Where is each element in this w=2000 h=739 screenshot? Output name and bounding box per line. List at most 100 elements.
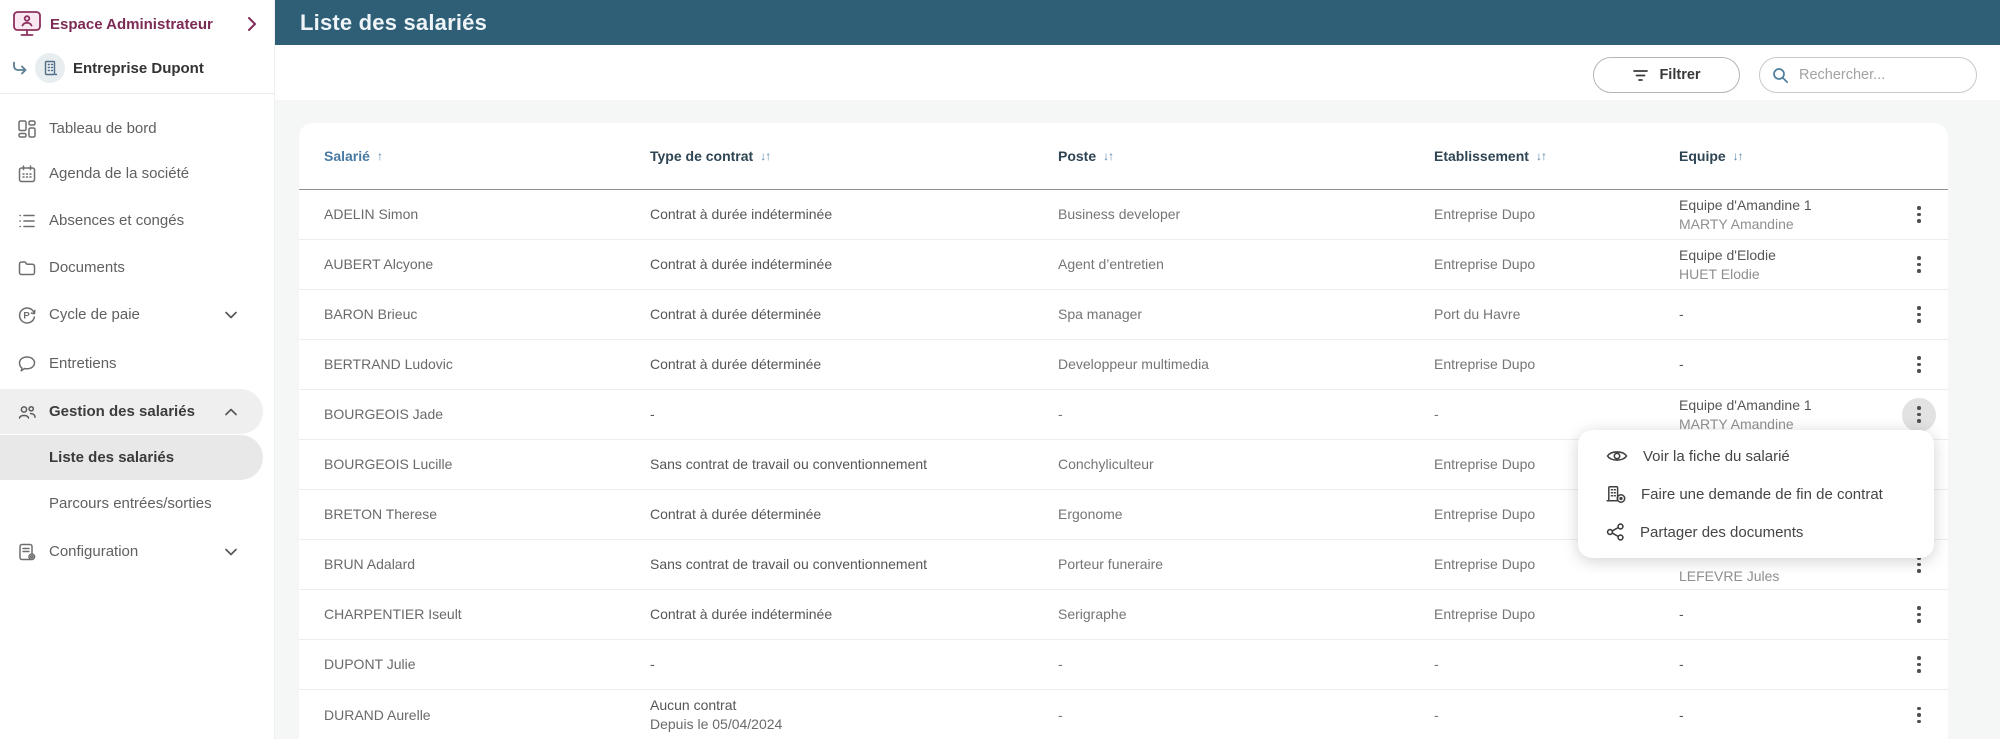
company-selector[interactable]: Entreprise Dupont [0,50,275,86]
page-title: Liste des salariés [300,9,488,35]
workspace-switcher[interactable]: Espace Administrateur [0,4,275,44]
chevron-up-icon[interactable] [225,408,237,416]
table-row[interactable]: AUBERT Alcyone Contrat à durée indétermi… [299,240,1948,290]
cell-salarie: BOURGEOIS Jade [324,406,444,422]
sidebar-divider [0,93,275,94]
cell-salarie: BRETON Therese [324,506,438,522]
list-icon [17,211,37,231]
cell-salarie: DUPONT Julie [324,656,416,672]
sidebar-item-liste-des-salaries[interactable]: Liste des salariés [0,435,263,480]
cell-poste: - [1058,656,1063,672]
sidebar-item-absences[interactable]: Absences et congés [0,198,263,243]
cell-etablissement: Entreprise Dupo [1434,356,1536,372]
row-actions-kebab-icon[interactable] [1902,598,1936,632]
cell-type-de-contrat: Contrat à durée déterminée [650,506,822,522]
payroll-icon: P [17,305,37,325]
sort-icon: ↓↑ [1535,149,1547,163]
eye-icon [1606,451,1628,461]
menu-item-fin-de-contrat[interactable]: Faire une demande de fin de contrat [1578,475,1934,513]
row-context-menu: Voir la fiche du salarié Faire une deman… [1578,430,1934,558]
cell-type-de-contrat: Contrat à durée déterminée [650,356,822,372]
menu-item-voir-la-fiche[interactable]: Voir la fiche du salarié [1578,437,1934,475]
filter-icon [1633,69,1649,81]
column-header-salarie[interactable]: Salarié ↑ [324,148,650,164]
sidebar-item-parcours-entrees-sorties[interactable]: Parcours entrées/sorties [0,481,263,526]
row-actions-kebab-icon[interactable] [1902,648,1936,682]
table-row[interactable]: DURAND Aurelle Aucun contrat Depuis le 05… [299,690,1948,739]
column-header-poste[interactable]: Poste ↓↑ [1058,148,1434,164]
elbow-arrow-icon [11,61,29,76]
sort-icon: ↓↑ [1103,149,1114,163]
cell-type-de-contrat: Aucun contrat Depuis le 05/04/2024 [650,697,783,732]
cell-poste: Serigraphe [1058,606,1127,622]
cell-poste: Porteur funeraire [1058,556,1164,572]
cell-salarie: BOURGEOIS Lucille [324,456,453,472]
search-box [1759,57,1977,93]
filter-button[interactable]: Filtrer [1593,57,1740,93]
people-icon [17,402,37,422]
column-header-equipe[interactable]: Equipe ↓↑ [1679,148,1900,164]
column-header-type-de-contrat[interactable]: Type de contrat ↓↑ [650,148,1058,164]
table-row[interactable]: CHARPENTIER Iseult Contrat à durée indét… [299,590,1948,640]
cell-etablissement: - [1434,406,1439,422]
chevron-right-icon[interactable] [247,16,257,32]
cell-poste: - [1058,406,1063,422]
cell-equipe: - [1679,356,1684,372]
row-actions-kebab-icon[interactable] [1902,198,1936,232]
cell-equipe: LEFEVRE Jules [1679,568,1780,584]
cell-salarie: BARON Brieuc [324,306,418,322]
cell-poste: Developpeur multimedia [1058,356,1209,372]
sidebar-item-entretiens[interactable]: Entretiens [0,341,263,386]
end-contract-icon [1606,486,1626,503]
cell-type-de-contrat: Contrat à durée indéterminée [650,256,833,272]
row-actions-kebab-icon[interactable] [1902,397,1936,432]
settings-document-icon [17,542,37,562]
cell-equipe: - [1679,656,1684,672]
cell-etablissement: Port du Havre [1434,306,1521,322]
cell-etablissement: Entreprise Dupo [1434,206,1536,222]
cell-equipe: - [1679,306,1684,322]
row-actions-kebab-icon[interactable] [1902,348,1936,382]
sidebar-item-agenda[interactable]: Agenda de la société [0,151,263,196]
sidebar: Espace Administrateur Entreprise Dupont [0,0,275,739]
menu-item-partager-documents[interactable]: Partager des documents [1578,513,1934,551]
cell-salarie: ADELIN Simon [324,206,419,222]
table-row[interactable]: ADELIN Simon Contrat à durée indéterminé… [299,190,1948,240]
sidebar-item-tableau-de-bord[interactable]: Tableau de bord [0,106,263,151]
cell-type-de-contrat: - [650,656,655,672]
table-row[interactable]: BARON Brieuc Contrat à durée déterminée … [299,290,1948,340]
sort-asc-icon: ↑ [376,149,383,163]
column-header-etablissement[interactable]: Etablissement ↓↑ [1434,148,1679,164]
cell-type-de-contrat: Sans contrat de travail ou conventionnem… [650,456,928,472]
dashboard-icon [17,119,37,139]
row-actions-kebab-icon[interactable] [1902,298,1936,332]
cell-equipe: Equipe d'Amandine 1 MARTY Amandine [1679,196,1812,232]
sidebar-item-cycle-de-paie[interactable]: P Cycle de paie [0,292,263,337]
cell-type-de-contrat: Contrat à durée indéterminée [650,206,833,222]
sidebar-item-configuration[interactable]: Configuration [0,529,263,574]
cell-poste: Ergonome [1058,506,1123,522]
filter-button-label: Filtrer [1659,67,1701,83]
table-row[interactable]: BERTRAND Ludovic Contrat à durée détermi… [299,340,1948,390]
cell-salarie: CHARPENTIER Iseult [324,606,462,622]
chevron-down-icon[interactable] [225,548,237,556]
table-header-row: Salarié ↑ Type de contrat ↓↑ Poste ↓↑ Etabl… [299,123,1948,190]
search-input[interactable] [1797,66,1964,84]
row-actions-kebab-icon[interactable] [1902,698,1936,732]
cell-type-de-contrat: Sans contrat de travail ou conventionnem… [650,556,928,572]
cell-salarie: DURAND Aurelle [324,706,431,723]
chevron-down-icon[interactable] [225,311,237,319]
cell-equipe: Equipe d'Amandine 1 MARTY Amandine [1679,396,1812,432]
row-actions-kebab-icon[interactable] [1902,248,1936,282]
cell-poste: Agent d’entretien [1058,256,1164,272]
cell-type-de-contrat: - [650,406,655,422]
sidebar-item-documents[interactable]: Documents [0,245,263,290]
search-icon [1773,67,1789,83]
sidebar-item-gestion-des-salaries[interactable]: Gestion des salariés [0,389,263,434]
calendar-icon [17,164,37,184]
cell-poste: Business developer [1058,206,1181,222]
table-row[interactable]: DUPONT Julie - - - - [299,640,1948,690]
cell-salarie: BERTRAND Ludovic [324,356,453,372]
chat-bubble-icon [17,354,37,374]
app-root: Espace Administrateur Entreprise Dupont [0,0,2000,739]
